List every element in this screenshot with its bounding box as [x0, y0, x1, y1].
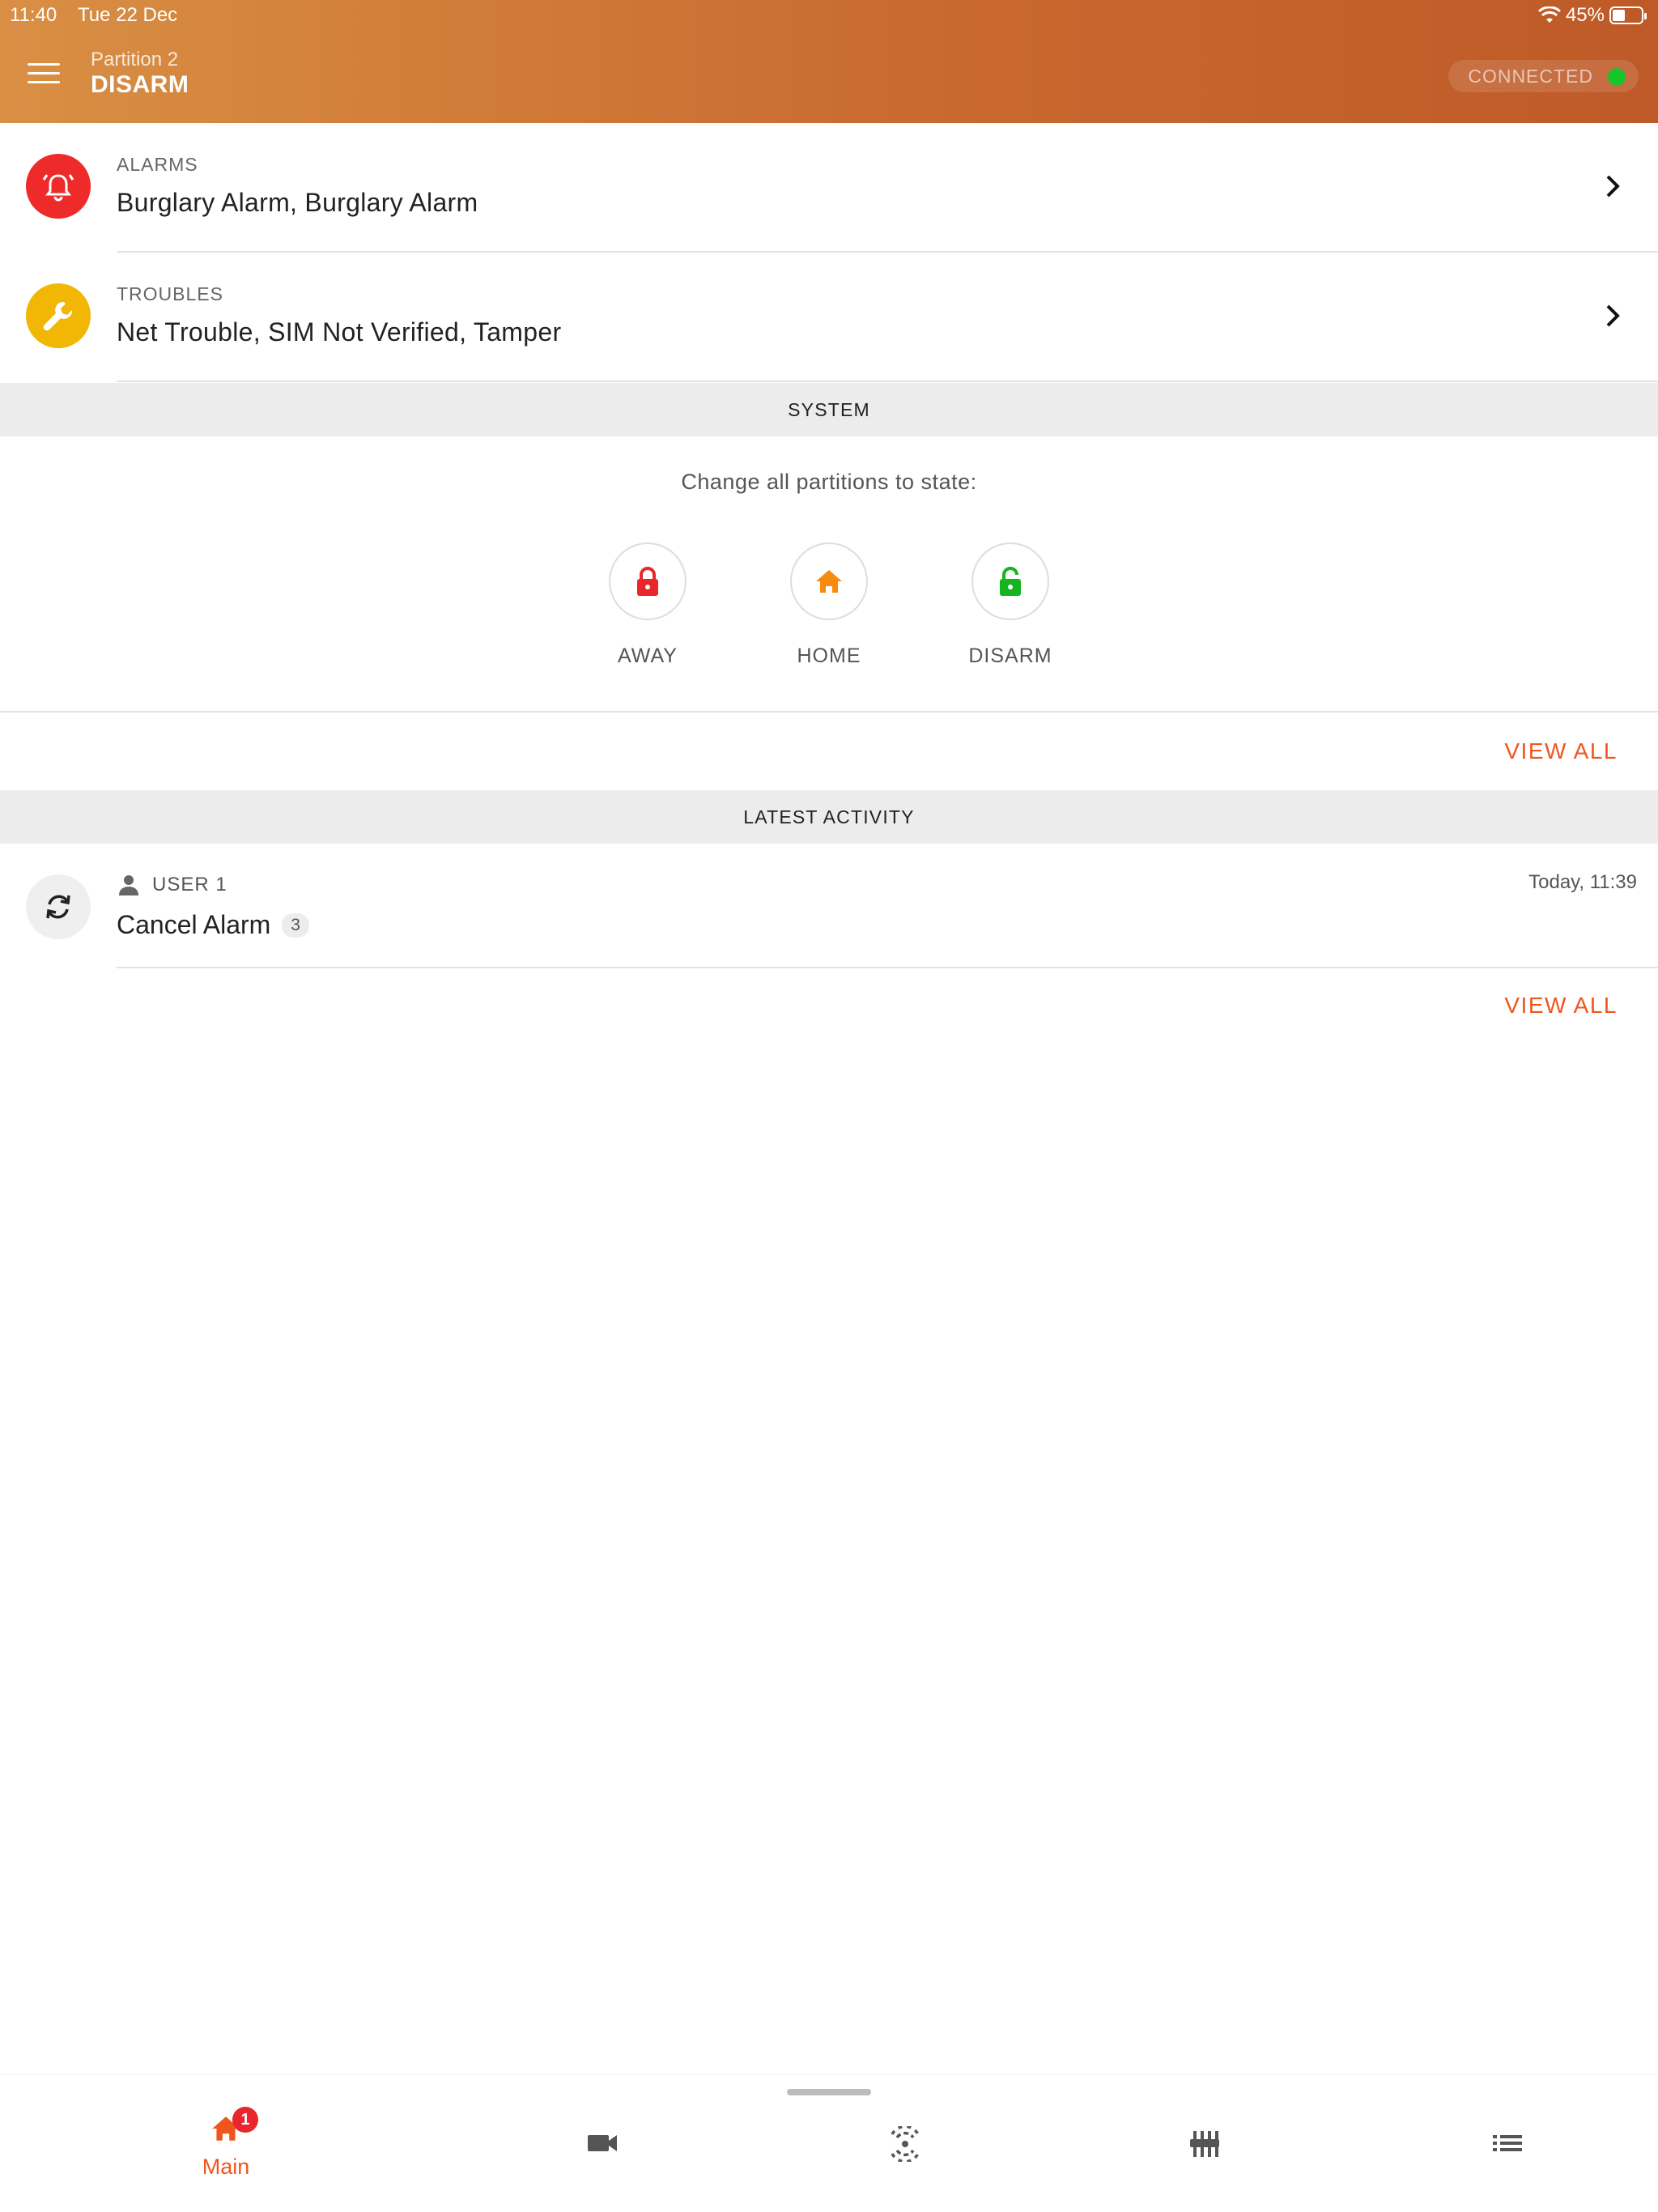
troubles-caption: TROUBLES — [117, 283, 223, 304]
nav-automation[interactable] — [1156, 2126, 1253, 2166]
status-bar: 11:40 Tue 22 Dec 45% — [0, 0, 1658, 32]
video-camera-icon — [588, 2135, 617, 2151]
connection-dot-icon — [1608, 68, 1626, 86]
sensor-icon — [891, 2125, 920, 2163]
activity-count-badge: 3 — [282, 912, 309, 938]
home-icon — [790, 542, 868, 620]
change-state-label: Change all partitions to state: — [681, 470, 977, 494]
activity-time: Today, 11:39 — [1528, 871, 1637, 893]
status-date: Tue 22 Dec — [78, 4, 178, 26]
partition-name: Partition 2 — [91, 49, 179, 70]
connection-label: CONNECTED — [1468, 66, 1593, 87]
away-label: AWAY — [618, 644, 678, 667]
list-icon — [1493, 2135, 1522, 2151]
nav-main-label: Main — [202, 2155, 250, 2179]
away-button[interactable]: AWAY — [583, 542, 712, 668]
chevron-right-icon — [1606, 175, 1620, 198]
battery-percent: 45% — [1565, 4, 1605, 26]
row-divider — [117, 381, 1658, 382]
system-section-header: SYSTEM — [0, 383, 1658, 436]
chevron-right-icon — [1606, 304, 1620, 327]
automation-icon — [1190, 2131, 1219, 2157]
activity-view-all-link[interactable]: VIEW ALL — [1504, 993, 1618, 1019]
activity-section-header: LATEST ACTIVITY — [0, 790, 1658, 844]
nav-main[interactable]: 1 Main — [177, 2107, 274, 2180]
system-view-all-link[interactable]: VIEW ALL — [1504, 738, 1618, 764]
activity-title: Cancel Alarm 3 — [117, 910, 309, 940]
battery-icon — [1609, 6, 1647, 24]
wifi-icon — [1537, 6, 1561, 23]
menu-button[interactable] — [28, 63, 60, 89]
sync-icon — [26, 874, 91, 939]
disarm-button[interactable]: DISARM — [946, 542, 1075, 668]
nav-sensors[interactable] — [857, 2125, 954, 2166]
nav-more[interactable] — [1459, 2131, 1556, 2159]
nav-cameras[interactable] — [554, 2131, 651, 2159]
activity-user: USER 1 — [117, 873, 227, 897]
user-icon — [119, 875, 138, 895]
partition-state: DISARM — [91, 71, 189, 98]
status-time: 11:40 — [10, 4, 57, 26]
connection-status: CONNECTED — [1448, 60, 1639, 92]
unlock-icon — [971, 542, 1049, 620]
app-header: 11:40 Tue 22 Dec 45% Partition 2 DISARM … — [0, 0, 1658, 123]
home-button[interactable]: HOME — [764, 542, 894, 668]
row-divider — [117, 967, 1658, 968]
activity-action: Cancel Alarm — [117, 910, 271, 939]
alarms-text: Burglary Alarm, Burglary Alarm — [117, 188, 478, 217]
status-indicators: 45% — [1537, 4, 1647, 27]
disarm-label: DISARM — [968, 644, 1052, 667]
lock-icon — [609, 542, 687, 620]
home-label: HOME — [797, 644, 861, 667]
troubles-row[interactable]: TROUBLES Net Trouble, SIM Not Verified, … — [0, 253, 1658, 382]
alarms-caption: ALARMS — [117, 154, 198, 175]
notification-badge: 1 — [232, 2107, 258, 2133]
troubles-text: Net Trouble, SIM Not Verified, Tamper — [117, 317, 562, 347]
home-indicator[interactable] — [787, 2089, 871, 2095]
wrench-icon — [26, 283, 91, 348]
section-divider — [0, 711, 1658, 713]
alarms-row[interactable]: ALARMS Burglary Alarm, Burglary Alarm — [0, 123, 1658, 253]
alarm-bell-icon — [26, 154, 91, 219]
activity-user-name: USER 1 — [152, 874, 227, 895]
